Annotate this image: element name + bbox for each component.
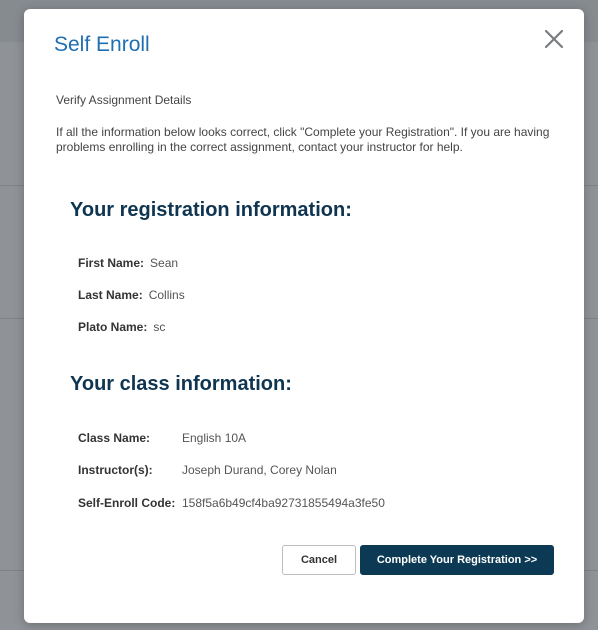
registration-heading: Your registration information:	[70, 199, 352, 221]
plato-name-label: Plato Name:	[78, 320, 148, 334]
close-icon	[544, 29, 564, 49]
plato-name-value: sc	[153, 320, 166, 334]
instructors-label: Instructor(s):	[78, 463, 153, 477]
plato-name-row: Plato Name: sc	[78, 320, 165, 334]
self-enroll-code-value: 158f5a6b49cf4ba92731855494a3fe50	[182, 496, 385, 510]
dialog-title: Self Enroll	[54, 33, 150, 56]
last-name-value: Collins	[148, 288, 185, 302]
dialog-subtitle: Verify Assignment Details	[56, 93, 192, 107]
first-name-row: First Name: Sean	[78, 256, 178, 270]
dialog-instructions: If all the information below looks corre…	[56, 125, 550, 154]
self-enroll-dialog: Self Enroll Verify Assignment Details If…	[24, 9, 584, 623]
instructors-value: Joseph Durand, Corey Nolan	[182, 463, 337, 477]
first-name-value: Sean	[150, 256, 179, 270]
class-name-value: English 10A	[182, 431, 247, 445]
self-enroll-code-label: Self-Enroll Code:	[78, 496, 176, 510]
class-name-row: Class Name: English 10A	[78, 431, 246, 445]
cancel-button[interactable]: Cancel	[282, 545, 356, 575]
first-name-label: First Name:	[78, 256, 145, 270]
self-enroll-code-row: Self-Enroll Code: 158f5a6b49cf4ba92731855…	[78, 496, 385, 510]
close-button[interactable]	[540, 25, 568, 53]
complete-registration-button[interactable]: Complete Your Registration >>	[360, 545, 554, 575]
class-name-label: Class Name:	[78, 431, 151, 445]
last-name-label: Last Name:	[78, 288, 143, 302]
last-name-row: Last Name: Collins	[78, 288, 185, 302]
instructors-row: Instructor(s): Joseph Durand, Corey Nolan	[78, 463, 337, 477]
class-heading: Your class information:	[70, 373, 292, 395]
